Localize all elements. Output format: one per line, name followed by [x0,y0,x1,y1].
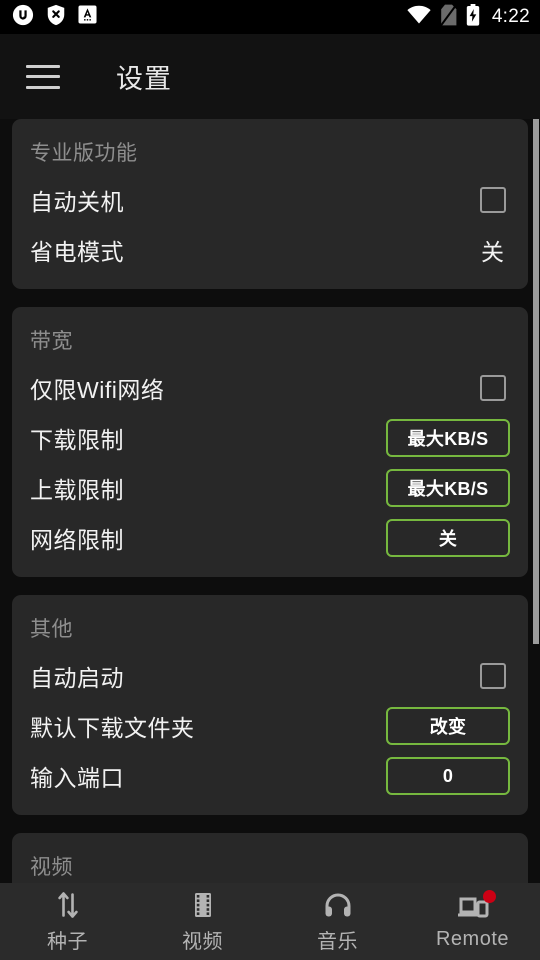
vertical-scrollbar[interactable] [533,119,539,644]
nav-label-remote: Remote [435,927,510,950]
settings-row-label: 仅限Wifi网络 [30,377,165,403]
nav-item-video[interactable]: 视频 [135,890,270,954]
settings-value-button[interactable]: 0 [386,757,510,795]
status-bar-clock: 4:22 [491,6,530,27]
settings-card: 带宽 仅限Wifi网络 下载限制 最大KB/S 上载限制 最大KB/S 网络限制关 [12,307,528,577]
app-bar: 设置 [0,34,540,119]
settings-card: 专业版功能自动关机省电模式 关 [12,119,528,289]
status-bar-system-icons: 4:22 [407,3,530,31]
settings-value-text: 关 [481,239,504,265]
settings-checkbox[interactable] [480,187,506,213]
settings-row-label: 省电模式 [30,239,124,265]
card-title: 带宽 [30,330,73,353]
battery-charging-icon [466,3,480,31]
wifi-icon [407,5,431,29]
settings-row[interactable]: 上载限制 最大KB/S [30,463,510,513]
card-title: 专业版功能 [30,142,138,165]
settings-row-label: 自动关机 [30,189,124,215]
settings-card: 其他自动启动默认下载文件夹 改变输入端口 0 [12,595,528,815]
nav-label-video: 视频 [182,930,223,953]
hamburger-menu-icon[interactable] [26,64,60,89]
headphones-icon [323,890,353,920]
settings-row-label: 默认下载文件夹 [30,715,195,741]
nav-item-remote[interactable]: Remote [405,889,540,951]
nav-item-music[interactable]: 音乐 [270,890,405,954]
bottom-navigation-bar: 种子 视频 音乐 Remote [0,883,540,960]
page-title: 设置 [116,64,172,94]
a-badge-icon [78,5,97,29]
utorrent-icon [12,4,34,31]
transfer-arrows-icon [55,890,81,920]
nav-item-torrents[interactable]: 种子 [0,890,135,954]
settings-row-label: 输入端口 [30,765,124,791]
settings-value-button[interactable]: 最大KB/S [386,419,510,457]
card-title: 其他 [30,618,73,641]
no-sim-icon [440,3,458,31]
settings-row[interactable]: 输入端口 0 [30,751,510,801]
status-bar-notification-icons [12,4,97,31]
settings-value-button[interactable]: 关 [386,519,510,557]
settings-row[interactable]: 自动关机 [30,175,510,225]
film-strip-icon [190,890,216,920]
app-screen: 4:22 设置 专业版功能 自动关机 省电模式关带宽 仅限Wifi网络 下载限制 最大KB… [0,0,540,960]
nav-label-torrents: 种子 [47,930,88,953]
settings-row-label: 自动启动 [30,665,124,691]
settings-value-button[interactable]: 改变 [386,707,510,745]
settings-row-label: 下载限制 [30,427,124,453]
settings-row[interactable]: 网络限制 关 [30,513,510,563]
settings-scroll-area[interactable]: 专业版功能 自动关机 省电模式关带宽 仅限Wifi网络 下载限制 最大KB/S 上载限制 最大… [0,119,540,883]
settings-row[interactable]: 仅限Wifi网络 [30,363,510,413]
shield-x-icon [46,4,66,31]
nav-label-music: 音乐 [317,930,358,953]
status-bar: 4:22 [0,0,540,34]
settings-row[interactable]: 省电模式 关 [30,225,510,275]
settings-row-label: 上载限制 [30,477,124,503]
settings-cards: 专业版功能 自动关机 省电模式关带宽 仅限Wifi网络 下载限制 最大KB/S 上载限制 最大… [0,119,540,883]
settings-row-label: 网络限制 [30,527,124,553]
settings-card: 视频 [12,833,528,883]
settings-value-button[interactable]: 最大KB/S [386,469,510,507]
remote-cast-icon [456,889,496,923]
settings-checkbox[interactable] [480,375,506,401]
settings-row[interactable]: 自动启动 [30,651,510,701]
remote-notification-badge [482,889,496,903]
card-title: 视频 [30,856,73,879]
settings-row[interactable]: 下载限制 最大KB/S [30,413,510,463]
settings-row[interactable]: 默认下载文件夹 改变 [30,701,510,751]
settings-checkbox[interactable] [480,663,506,689]
